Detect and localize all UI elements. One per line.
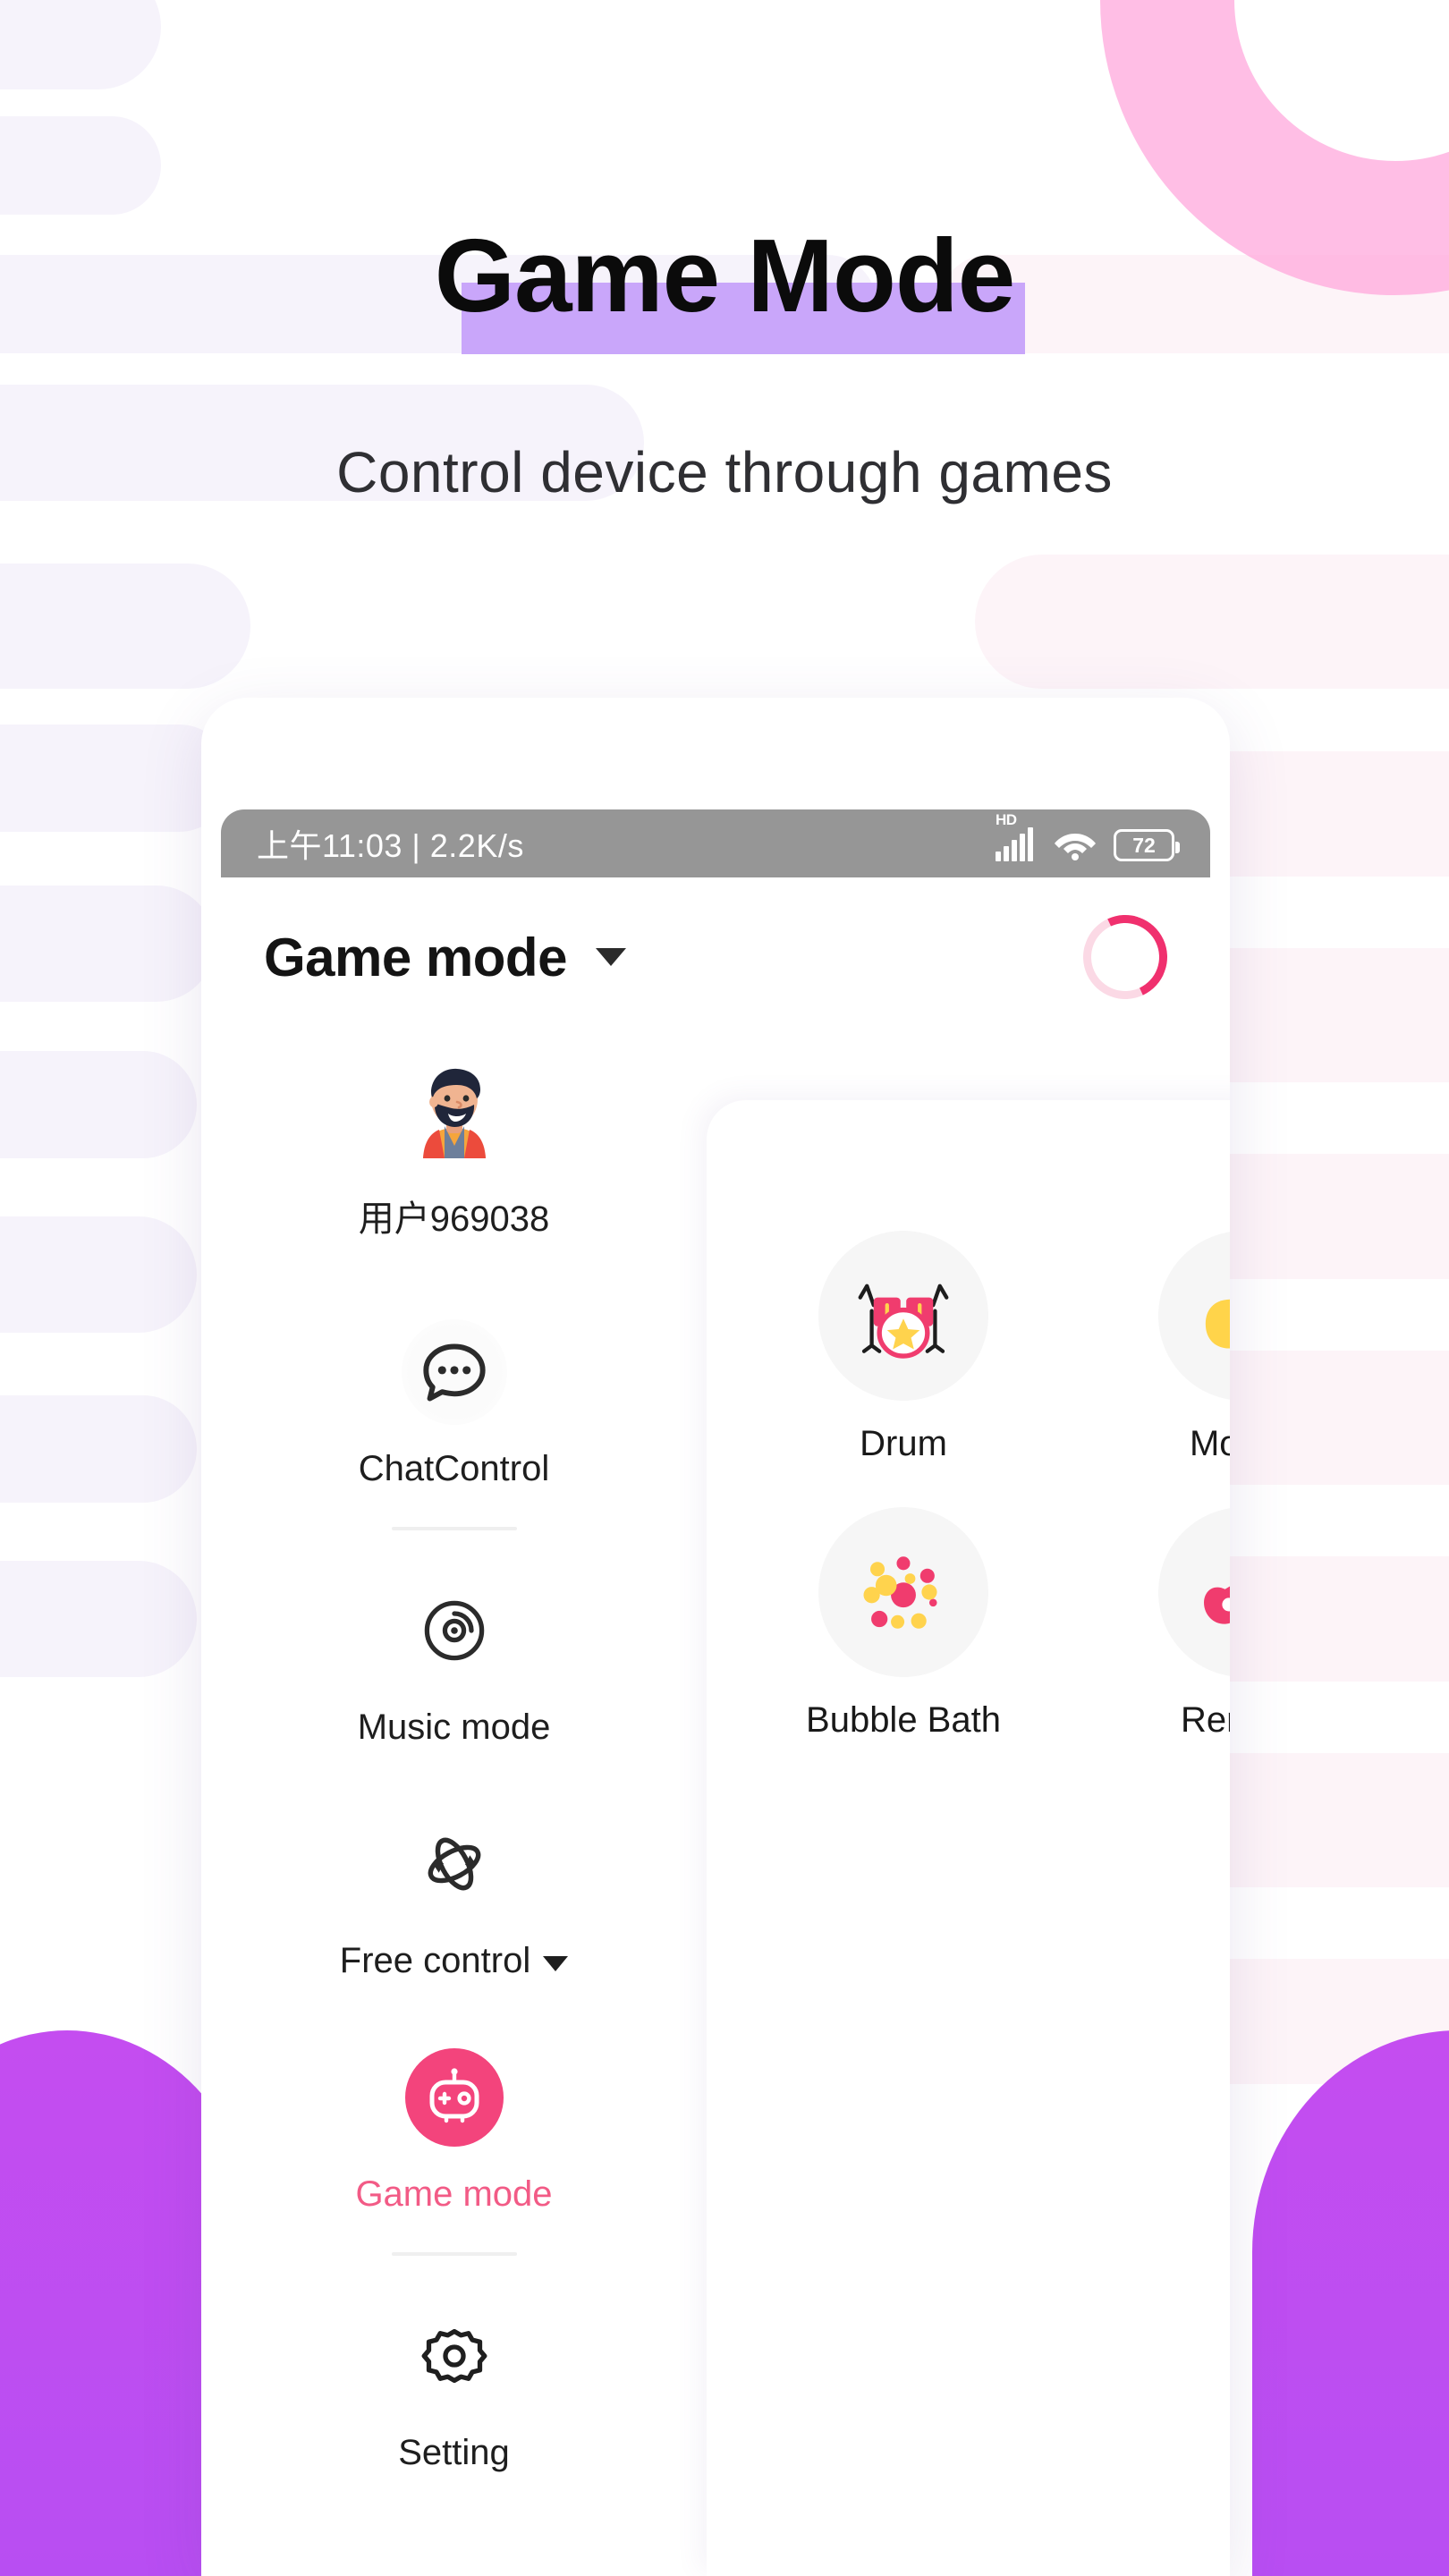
gear-icon [421,2328,487,2384]
bg-pill [0,1216,197,1333]
sidebar-username: 用户969038 [358,1199,550,1239]
game-tile-remote[interactable]: Remote [1127,1507,1230,1741]
phone-mockup: 上午11:03 | 2.2K/s HD 72 Game mode 用户96903… [201,698,1230,2576]
bg-pill [0,724,233,832]
sidebar-divider [391,1527,517,1530]
sidebar-item-chatcontrol[interactable]: ChatControl [201,1318,707,1489]
loading-spinner-icon [1071,902,1180,1012]
sidebar-item-game-mode[interactable]: Game mode [201,2044,707,2215]
bubbles-icon [863,1556,937,1629]
bg-pill [0,886,215,1002]
game-label-remote: Remote [1180,1700,1230,1740]
status-time-speed: 上午11:03 | 2.2K/s [257,827,524,864]
game-tile-motion[interactable]: Motion [1127,1231,1230,1464]
game-tile-drum[interactable]: Drum [787,1231,1020,1464]
game-tile-bubble-bath[interactable]: Bubble Bath [787,1507,1020,1741]
sidebar-item-setting[interactable]: Setting [201,2302,707,2473]
app-bar-title: Game mode [264,927,567,987]
bg-blob-right [1252,2030,1449,2576]
sidebar-label-free-control: Free control [340,1941,569,1981]
hd-label: HD [996,811,1017,828]
sidebar-profile[interactable]: 用户969038 [201,1059,707,1241]
game-list-card: Drum Motion [707,1100,1230,2576]
sidebar-label-setting: Setting [398,2433,510,2472]
page-title: Game Mode [434,217,1015,334]
phone-content: 用户969038 ChatControl Music mode Free con… [201,1029,1230,2576]
signal-bars-icon: HD [996,811,1037,861]
electric-guitar-icon [1204,1586,1230,1624]
sidebar-item-free-control[interactable]: Free control [201,1810,707,1981]
battery-level: 72 [1132,833,1156,857]
drum-kit-icon [858,1284,949,1359]
sidebar-item-music-mode[interactable]: Music mode [201,1577,707,1748]
sidebar-label-music-mode: Music mode [357,1707,551,1747]
sidebar-label-chatcontrol: ChatControl [358,1449,550,1488]
hero-header: Game Mode Control device through games [0,0,1449,626]
orbit-rotate-icon [428,1837,480,1891]
app-bar: Game mode [201,890,1230,1024]
user-avatar-icon [402,1060,507,1165]
sidebar-divider [391,2252,517,2256]
bg-pill [0,1051,197,1158]
sidebar-label-game-mode: Game mode [355,2174,553,2214]
game-label-bubble-bath: Bubble Bath [806,1700,1001,1740]
bg-pill [0,1561,197,1677]
page-subtitle: Control device through games [336,440,1113,504]
game-grid: Drum Motion [707,1100,1230,1741]
sidebar-nav: 用户969038 ChatControl Music mode Free con… [201,1029,707,2576]
status-bar: 上午11:03 | 2.2K/s HD 72 [221,809,1210,877]
vinyl-disc-icon [424,1600,484,1661]
chat-bubble-icon [422,1343,486,1402]
robot-gamepad-icon [429,2068,479,2123]
bg-pill [0,1395,197,1503]
page-title-wrap: Game Mode [434,217,1025,354]
battery-icon: 72 [1114,829,1180,861]
game-label-motion: Motion [1189,1424,1230,1463]
chevron-down-icon[interactable] [543,1955,569,1971]
chevron-down-icon[interactable] [595,948,626,966]
hand-phone-motion-icon [1205,1268,1230,1349]
game-label-drum: Drum [860,1424,947,1463]
status-icons: HD 72 [996,811,1180,861]
wifi-icon [1053,826,1097,861]
